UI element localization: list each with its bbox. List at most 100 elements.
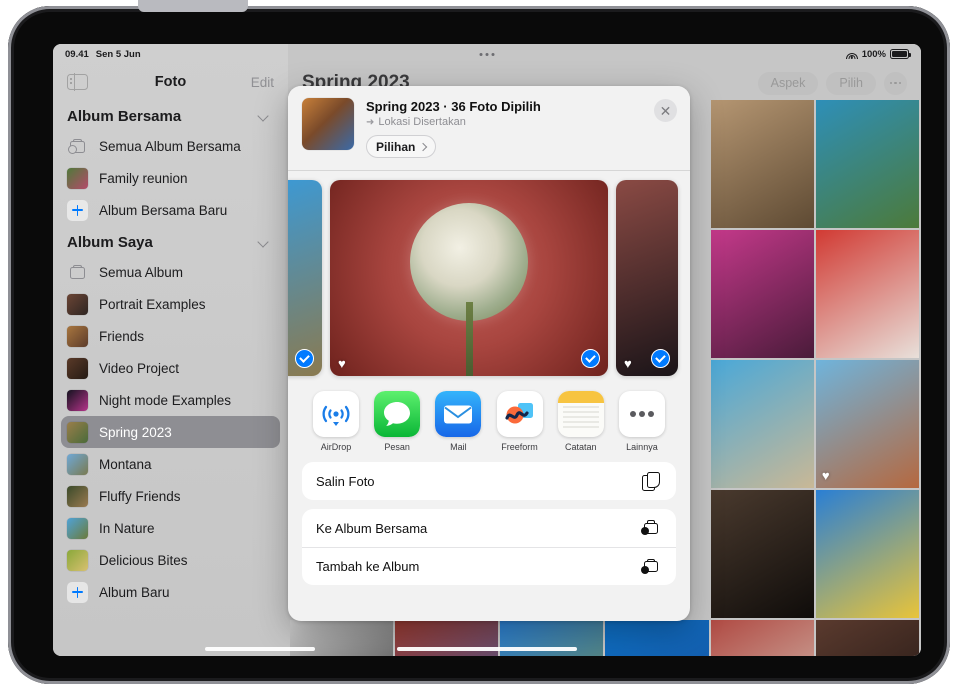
sidebar-item-montana[interactable]: Montana [61,448,280,480]
sidebar-item-label: Semua Album [99,265,183,280]
favorite-heart-icon: ♥ [822,469,836,482]
ipad-device-frame: 09.41 Sen 5 Jun 100% Foto Edit Album Ber… [8,6,950,684]
strip-photo[interactable] [288,180,322,376]
sidebar-item-album-baru[interactable]: Album Baru [61,576,280,608]
messages-icon [374,391,420,437]
sidebar-item-spring-2023[interactable]: Spring 2023 [61,416,280,448]
action-row-tambah-ke-album[interactable]: Tambah ke Album [302,547,676,585]
ellipsis-icon[interactable] [884,72,907,95]
sidebar-item-portrait-examples[interactable]: Portrait Examples [61,288,280,320]
select-button[interactable]: Pilih [826,72,876,95]
album-thumbnail [67,358,88,379]
dot [480,53,483,56]
status-time: 09.41 [65,49,89,60]
share-app-airdrop[interactable]: AirDrop [310,391,362,452]
aspect-button[interactable]: Aspek [758,72,819,95]
photo-cell[interactable] [816,490,919,618]
strip-photo[interactable]: ♥ [330,180,608,376]
album-thumbnail [67,168,88,189]
sidebar-item-night-mode-examples[interactable]: Night mode Examples [61,384,280,416]
main-actions: Aspek Pilih [758,72,907,95]
sidebar-item-family-reunion[interactable]: Family reunion [61,162,280,194]
photo-cell[interactable] [816,620,919,656]
status-bar: 09.41 Sen 5 Jun 100% [53,44,921,64]
sidebar: Foto Edit Album BersamaSemua Album Bersa… [53,44,288,656]
sidebar-item-label: Night mode Examples [99,393,231,408]
sidebar-item-label: Video Project [99,361,179,376]
status-left: 09.41 Sen 5 Jun [65,49,141,60]
multitasking-dots-icon[interactable] [480,53,495,56]
sidebar-item-fluffy-friends[interactable]: Fluffy Friends [61,480,280,512]
selected-photo-thumbnail [302,98,354,150]
options-button[interactable]: Pilihan [366,135,436,158]
sidebar-item-video-project[interactable]: Video Project [61,352,280,384]
sidebar-item-label: In Nature [99,521,155,536]
ipad-screen: 09.41 Sen 5 Jun 100% Foto Edit Album Ber… [53,44,921,656]
share-app-lainnya[interactable]: Lainnya [616,391,668,452]
chevron-down-icon[interactable] [259,112,268,121]
options-label: Pilihan [376,140,415,154]
share-sheet-header: Spring 2023 · 36 Foto Dipilih ➜ Lokasi D… [288,86,690,171]
sidebar-item-semua-album[interactable]: Semua Album [61,256,280,288]
photo-cell[interactable] [816,230,919,358]
dot [486,53,489,56]
mail-icon [435,391,481,437]
photo-cell[interactable] [711,230,814,358]
share-sheet: Spring 2023 · 36 Foto Dipilih ➜ Lokasi D… [288,86,690,621]
photo-cell[interactable] [605,620,708,656]
close-icon[interactable]: ✕ [654,99,677,122]
sidebar-item-album-bersama-baru[interactable]: Album Bersama Baru [61,194,280,226]
sidebar-item-label: Family reunion [99,171,188,186]
battery-icon [890,49,909,59]
action-label: Tambah ke Album [316,559,419,574]
album-thumbnail [67,390,88,411]
add-to-album-icon [641,556,662,577]
sidebar-item-friends[interactable]: Friends [61,320,280,352]
chevron-right-icon [419,142,427,150]
dot [492,53,495,56]
chevron-down-icon[interactable] [259,238,268,247]
album-thumbnail [67,326,88,347]
action-row-salin-foto[interactable]: Salin Foto [302,462,676,500]
action-label: Salin Foto [316,474,375,489]
sidebar-section-header[interactable]: Album Bersama [53,100,288,130]
share-app-label: AirDrop [321,442,352,452]
photo-cell[interactable] [711,620,814,656]
status-right: 100% [846,49,909,60]
strip-photo[interactable]: ♥ [616,180,678,376]
share-app-catatan[interactable]: Catatan [555,391,607,452]
favorite-heart-icon[interactable]: ♥ [624,357,632,370]
selected-photos-strip[interactable]: ♥♥ [288,171,690,387]
action-row-ke-album-bersama[interactable]: Ke Album Bersama [302,509,676,547]
selected-checkmark-icon[interactable] [581,349,600,368]
share-app-label: Lainnya [626,442,658,452]
photo-cell[interactable] [816,100,919,228]
photo-cell[interactable] [711,490,814,618]
photo-cell[interactable]: ♥ [816,360,919,488]
sidebar-toggle-icon[interactable] [67,74,88,90]
album-thumbnail [67,294,88,315]
photo-cell[interactable] [711,360,814,488]
share-app-mail[interactable]: Mail [432,391,484,452]
sidebar-item-label: Fluffy Friends [99,489,181,504]
sidebar-item-in-nature[interactable]: In Nature [61,512,280,544]
location-arrow-icon: ➜ [366,117,374,128]
sidebar-item-semua-album-bersama[interactable]: Semua Album Bersama [61,130,280,162]
share-actions: Salin Foto Ke Album Bersama Tambah ke Albu… [288,462,690,608]
action-label: Ke Album Bersama [316,521,427,536]
album-thumbnail [67,422,88,443]
sidebar-item-label: Album Bersama Baru [99,203,227,218]
selected-checkmark-icon[interactable] [651,349,670,368]
selected-checkmark-icon[interactable] [295,349,314,368]
sidebar-item-label: Montana [99,457,152,472]
photo-cell[interactable] [711,100,814,228]
more-ellipsis-icon [619,391,665,437]
favorite-heart-icon[interactable]: ♥ [338,357,346,370]
share-app-pesan[interactable]: Pesan [371,391,423,452]
share-apps-row: AirDrop PesanMailFreeformCatatan Lainnya [288,387,690,462]
edit-button[interactable]: Edit [251,75,274,90]
share-app-freeform[interactable]: Freeform [494,391,546,452]
sidebar-section-header[interactable]: Album Saya [53,226,288,256]
sidebar-item-label: Spring 2023 [99,425,172,440]
sidebar-item-delicious-bites[interactable]: Delicious Bites [61,544,280,576]
